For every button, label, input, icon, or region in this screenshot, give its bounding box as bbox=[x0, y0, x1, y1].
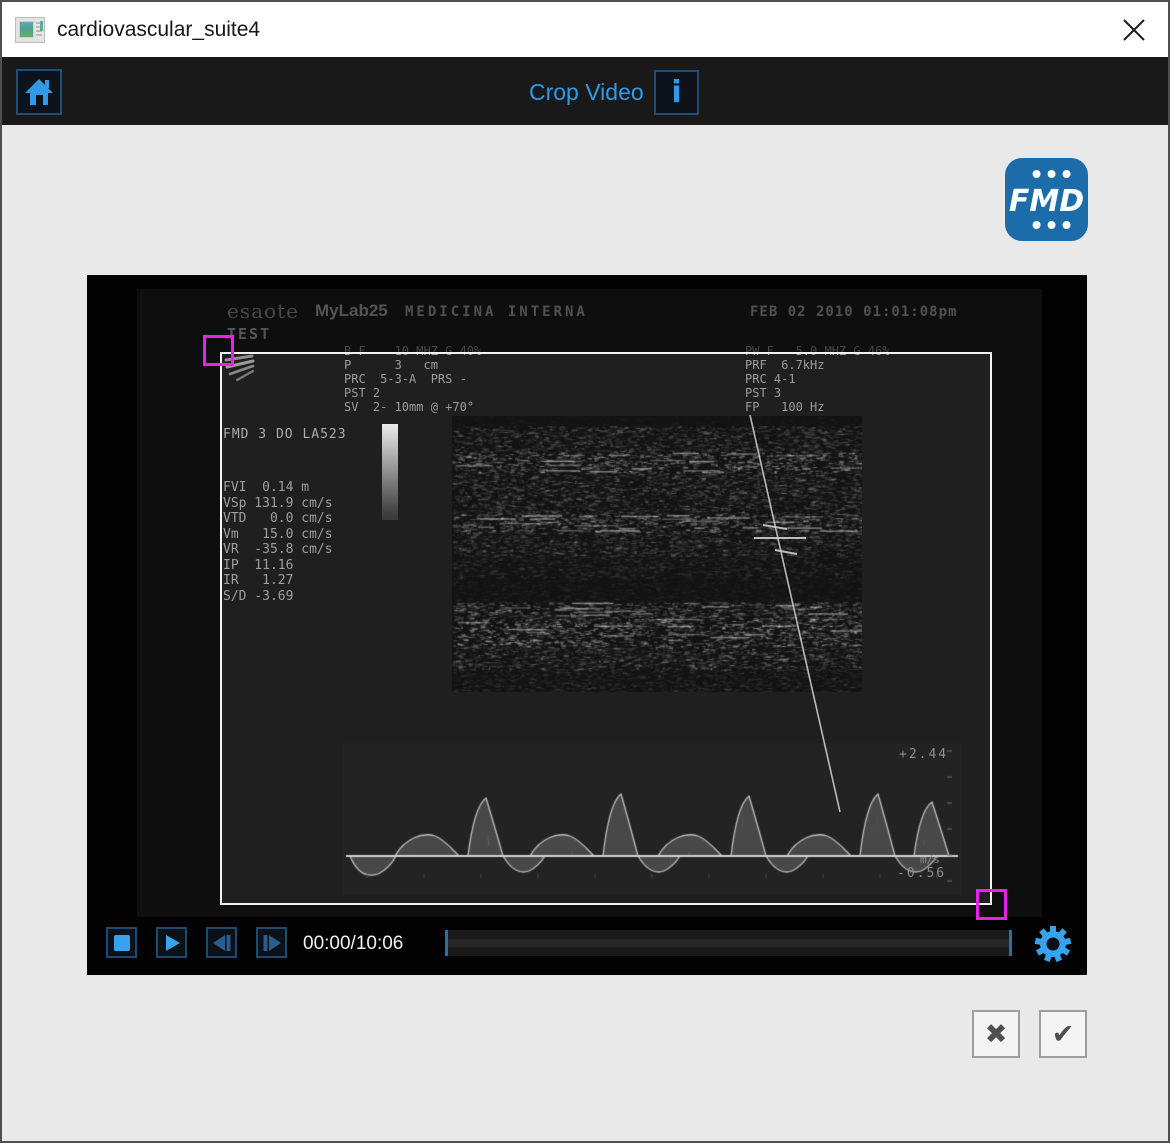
app-icon-image bbox=[19, 21, 34, 38]
fmd-logo-dots-top bbox=[1032, 170, 1070, 178]
fmd-logo-text: FMD bbox=[1005, 184, 1088, 219]
cancel-button[interactable]: ✖ bbox=[972, 1010, 1020, 1058]
window-title: cardiovascular_suite4 bbox=[57, 18, 260, 42]
home-icon bbox=[23, 76, 55, 108]
progress-start-marker bbox=[445, 930, 448, 956]
app-icon-strip bbox=[40, 21, 43, 31]
title-bar: cardiovascular_suite4 bbox=[2, 2, 1168, 57]
application-window: cardiovascular_suite4 Crop Video i FMD e… bbox=[0, 0, 1170, 1143]
step-backward-icon bbox=[212, 934, 232, 952]
crop-video-label: Crop Video bbox=[529, 79, 644, 106]
info-icon: i bbox=[671, 78, 681, 108]
step-forward-button[interactable] bbox=[256, 927, 287, 958]
video-area: esaote MyLab25 MEDICINA INTERNA FEB 02 2… bbox=[87, 275, 1087, 975]
progress-track bbox=[445, 939, 1012, 947]
progress-end-marker bbox=[1009, 930, 1012, 956]
gear-icon bbox=[1034, 925, 1072, 963]
home-button[interactable] bbox=[16, 69, 62, 115]
playback-controls: 00:00/10:06 bbox=[87, 920, 1087, 975]
app-icon bbox=[15, 17, 45, 43]
stop-button[interactable] bbox=[106, 927, 137, 958]
crop-handle-top-left[interactable] bbox=[203, 335, 234, 366]
play-icon bbox=[163, 934, 181, 952]
progress-bar[interactable] bbox=[445, 930, 1012, 956]
confirm-button[interactable]: ✔ bbox=[1039, 1010, 1087, 1058]
close-icon bbox=[1121, 17, 1147, 43]
settings-button[interactable] bbox=[1033, 924, 1073, 964]
fmd-logo-dots-bottom bbox=[1032, 221, 1070, 229]
time-display: 00:00/10:06 bbox=[303, 933, 403, 955]
confirm-icon: ✔ bbox=[1052, 1019, 1075, 1050]
fmd-logo: FMD bbox=[1005, 158, 1088, 241]
close-button[interactable] bbox=[1108, 6, 1160, 54]
toolbar: Crop Video i bbox=[2, 57, 1168, 125]
step-forward-icon bbox=[262, 934, 282, 952]
cancel-icon: ✖ bbox=[985, 1019, 1008, 1050]
stop-icon bbox=[114, 935, 130, 951]
step-backward-button[interactable] bbox=[206, 927, 237, 958]
crop-handle-bottom-right[interactable] bbox=[976, 889, 1007, 920]
play-button[interactable] bbox=[156, 927, 187, 958]
crop-rectangle[interactable] bbox=[220, 352, 992, 905]
info-button[interactable]: i bbox=[654, 70, 699, 115]
